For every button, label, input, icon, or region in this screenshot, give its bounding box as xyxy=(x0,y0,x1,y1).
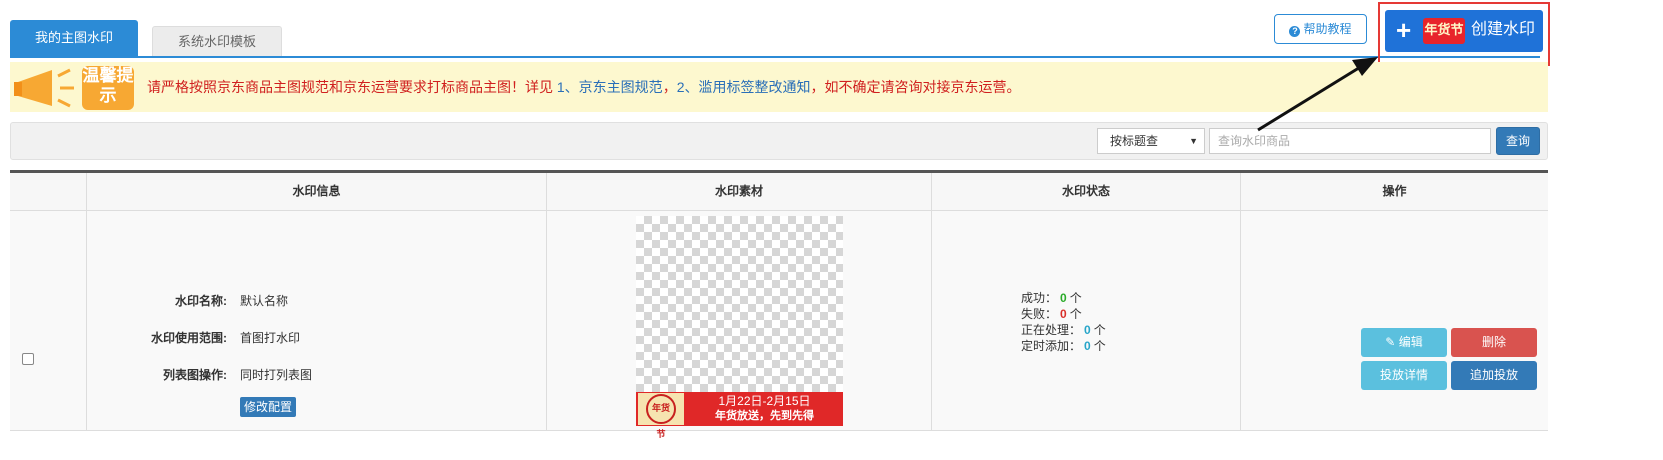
status-count: 0 xyxy=(1084,323,1091,337)
watermark-table: 水印信息 水印素材 水印状态 操作 水印名称: 默认名称 水印使用范围: 首图打水印… xyxy=(10,170,1548,440)
edit-icon: ✎ xyxy=(1385,335,1399,349)
watermark-preview: 年货节 1月22日-2月15日 年货放送，先到先得 xyxy=(636,216,843,440)
status-scheduled: 定时添加： 0 个 xyxy=(1021,338,1106,354)
status-cell: 成功： 0 个 失败： 0 个 正在处理： 0 个 定时添加： 0 个 xyxy=(932,211,1241,431)
status-count: 0 xyxy=(1060,291,1067,305)
add-placement-button[interactable]: 追加投放 xyxy=(1451,361,1537,390)
select-cell xyxy=(10,211,87,431)
search-type-select[interactable]: 按标题查 ▼ xyxy=(1097,128,1205,154)
promo-slogan: 年货放送，先到先得 xyxy=(715,410,814,422)
create-highlight-box: + 年货节 创建水印 xyxy=(1378,2,1550,66)
info-value: 同时打列表图 xyxy=(240,368,313,382)
status-list: 成功： 0 个 失败： 0 个 正在处理： 0 个 定时添加： 0 个 xyxy=(1021,290,1106,354)
status-count: 0 xyxy=(1084,339,1091,353)
link-jd-image-spec[interactable]: 1、京东主图规范 xyxy=(557,79,663,95)
placement-detail-button[interactable]: 投放详情 xyxy=(1361,361,1447,390)
info-value: 默认名称 xyxy=(240,294,289,308)
new-year-seal: 年货节 xyxy=(638,393,684,440)
info-scope: 水印使用范围: 首图打水印 xyxy=(87,330,300,346)
status-count: 0 xyxy=(1060,307,1067,321)
info-key: 列表图操作: xyxy=(163,368,227,382)
link-tag-abuse-notice[interactable]: 2、滥用标签整改通知 xyxy=(677,79,811,95)
status-label: 成功： xyxy=(1021,291,1058,305)
create-watermark-label: 创建水印 xyxy=(1471,21,1536,38)
status-unit: 个 xyxy=(1069,291,1082,305)
header-info: 水印信息 xyxy=(87,173,547,210)
seal-text: 年货节 xyxy=(646,394,676,440)
tab-system-templates[interactable]: 系统水印模板 xyxy=(152,26,282,56)
help-tutorial-button[interactable]: ? 帮助教程 xyxy=(1274,14,1367,44)
status-unit: 个 xyxy=(1093,323,1106,337)
actions-cell: ✎ 编辑 删除 投放详情 追加投放 xyxy=(1241,211,1548,431)
notice-text-before: 请严格按照京东商品主图规范和京东运营要求打标商品主图！详见 xyxy=(147,79,557,95)
table-header: 水印信息 水印素材 水印状态 操作 xyxy=(10,173,1548,211)
help-label: 帮助教程 xyxy=(1303,22,1352,36)
edit-label: 编辑 xyxy=(1398,335,1423,349)
info-list-op: 列表图操作: 同时打列表图 xyxy=(87,367,312,383)
promo-date: 1月22日-2月15日 xyxy=(718,394,811,408)
row-checkbox[interactable] xyxy=(22,353,34,365)
info-key: 水印使用范围: xyxy=(151,331,227,345)
notice-icon-text: 温馨提示 xyxy=(82,66,134,105)
info-cell: 水印名称: 默认名称 水印使用范围: 首图打水印 列表图操作: 同时打列表图 修改配置 xyxy=(87,211,547,431)
header-select xyxy=(10,173,87,210)
table-row: 水印名称: 默认名称 水印使用范围: 首图打水印 列表图操作: 同时打列表图 修改配置… xyxy=(10,211,1548,440)
tab-my-watermarks[interactable]: 我的主图水印 xyxy=(10,20,138,56)
modify-config-button[interactable]: 修改配置 xyxy=(240,397,296,417)
plus-icon: + xyxy=(1396,15,1412,45)
watermark-page: 我的主图水印 系统水印模板 ? 帮助教程 + 年货节 创建水印 温馨提示 请严格按… xyxy=(0,0,1663,460)
caret-down-icon: ▼ xyxy=(1189,136,1198,146)
header-status: 水印状态 xyxy=(932,173,1241,210)
notice-text-after: ，如不确定请咨询对接京东运营。 xyxy=(810,79,1021,95)
search-type-value: 按标题查 xyxy=(1110,134,1159,148)
delete-button[interactable]: 删除 xyxy=(1451,328,1537,357)
status-label: 失败： xyxy=(1021,307,1058,321)
status-label: 定时添加： xyxy=(1021,339,1082,353)
info-name: 水印名称: 默认名称 xyxy=(87,293,288,309)
status-label: 正在处理： xyxy=(1021,323,1082,337)
notice-banner: 温馨提示 请严格按照京东商品主图规范和京东运营要求打标商品主图！详见 1、京东主… xyxy=(10,62,1548,112)
material-cell: 年货节 1月22日-2月15日 年货放送，先到先得 xyxy=(547,211,932,440)
new-year-badge: 年货节 xyxy=(1423,18,1465,44)
search-bar: 按标题查 ▼ 查询 xyxy=(10,122,1548,160)
search-input[interactable] xyxy=(1209,128,1491,154)
status-success: 成功： 0 个 xyxy=(1021,290,1106,306)
notice-text: 请严格按照京东商品主图规范和京东运营要求打标商品主图！详见 1、京东主图规范，2… xyxy=(147,78,1020,96)
status-processing: 正在处理： 0 个 xyxy=(1021,322,1106,338)
status-unit: 个 xyxy=(1093,339,1106,353)
info-value: 首图打水印 xyxy=(240,331,301,345)
edit-button[interactable]: ✎ 编辑 xyxy=(1361,328,1447,357)
status-failed: 失败： 0 个 xyxy=(1021,306,1106,322)
status-unit: 个 xyxy=(1069,307,1082,321)
header-material: 水印素材 xyxy=(547,173,932,210)
notice-sep: ， xyxy=(662,79,677,95)
create-watermark-button[interactable]: + 年货节 创建水印 xyxy=(1385,10,1543,52)
question-icon: ? xyxy=(1289,26,1301,37)
info-key: 水印名称: xyxy=(175,294,227,308)
header-actions: 操作 xyxy=(1382,184,1407,198)
promo-banner: 年货节 1月22日-2月15日 年货放送，先到先得 xyxy=(636,392,843,440)
search-button[interactable]: 查询 xyxy=(1496,127,1540,155)
